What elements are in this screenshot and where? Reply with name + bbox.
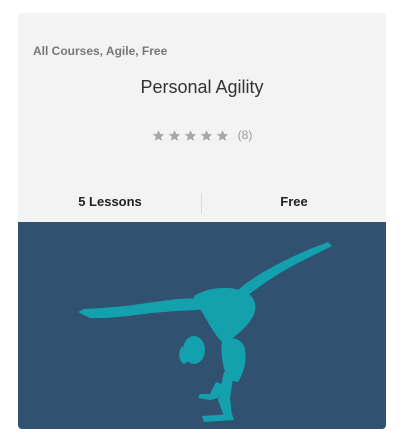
rating-count: (8) — [237, 128, 253, 142]
gymnast-handstand-split-icon — [78, 242, 332, 422]
star-icon — [184, 129, 196, 141]
star-icon — [200, 129, 212, 141]
course-banner[interactable] — [18, 222, 386, 429]
star-icon — [168, 129, 180, 141]
course-title[interactable]: Personal Agility — [18, 77, 386, 98]
rating: (8) — [18, 128, 386, 142]
course-categories: All Courses, Agile, Free — [33, 44, 168, 58]
course-card[interactable]: All Courses, Agile, Free Personal Agilit… — [18, 13, 386, 429]
course-meta: 5 Lessons Free — [18, 191, 386, 223]
star-icon — [152, 129, 164, 141]
lessons-count: 5 Lessons — [78, 194, 142, 209]
meta-divider — [201, 193, 202, 213]
star-icon — [216, 129, 228, 141]
course-price: Free — [280, 194, 308, 209]
